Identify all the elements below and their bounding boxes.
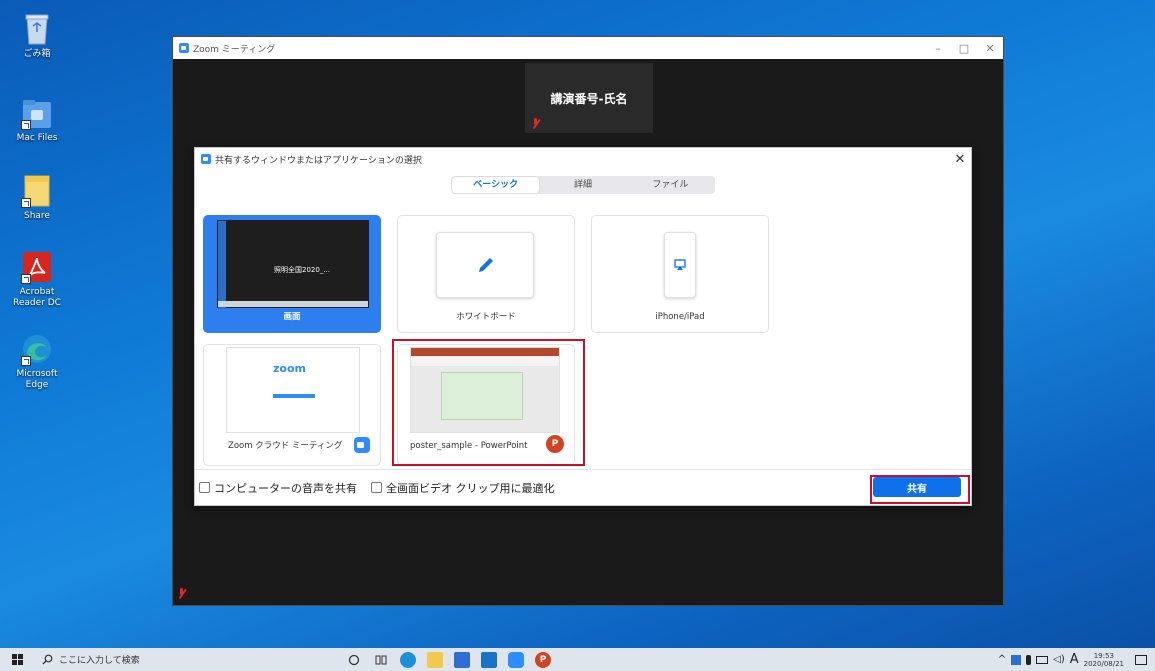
shortcut-arrow-icon (21, 120, 31, 130)
desktop-icon-label: Share (24, 211, 50, 221)
share-option-label: poster_sample - PowerPoint (410, 441, 528, 451)
airplay-icon (674, 259, 686, 270)
edge-icon (21, 332, 53, 366)
store-icon[interactable] (454, 651, 470, 668)
start-button[interactable] (0, 648, 34, 671)
microphone-icon[interactable] (1026, 654, 1032, 665)
powerpoint-taskbar-icon[interactable]: P (535, 651, 551, 668)
zoom-window-thumbnail: zoom (226, 347, 360, 433)
taskbar-clock[interactable]: 19:53 2020/08/21 (1084, 652, 1124, 668)
zoom-logo-icon (201, 154, 211, 164)
shortcut-arrow-icon (21, 274, 31, 284)
search-placeholder: ここに入力して検索 (59, 656, 140, 666)
maximize-button[interactable]: □ (951, 42, 977, 55)
system-tray: ^ ◁) A 19:53 2020/08/21 (998, 652, 1155, 668)
share-option-label: ホワイトボード (456, 312, 516, 322)
zoom-logo-icon (179, 43, 189, 53)
share-option-label: iPhone/iPad (655, 312, 705, 322)
close-button[interactable]: ✕ (977, 42, 1003, 55)
share-option-label: Zoom クラウド ミーティング (228, 441, 343, 451)
clock-time: 19:53 (1093, 651, 1114, 660)
share-option-screen[interactable]: 照明全国2020_... 画面 (203, 215, 381, 333)
clock-date: 2020/08/21 (1083, 659, 1124, 668)
share-audio-checkbox[interactable]: コンピューターの音声を共有 (199, 480, 357, 496)
tray-app-icon[interactable] (1011, 654, 1022, 665)
desktop-icon-label: ごみ箱 (23, 49, 51, 59)
pen-icon (479, 258, 493, 272)
participant-video-tile[interactable]: 講演番号-氏名 (525, 63, 653, 133)
notification-icon[interactable] (1135, 654, 1147, 665)
share-audio-label: コンピューターの音声を共有 (214, 481, 357, 495)
network-icon[interactable] (1036, 655, 1049, 664)
ime-indicator[interactable]: A (1070, 652, 1079, 667)
desktop-icon-label: Microsoft Edge (16, 369, 58, 390)
windows-taskbar: ここに入力して検索 P ^ ◁) A 19:53 2020/08/21 (0, 648, 1155, 671)
share-selection-dialog[interactable]: 共有するウィンドウまたはアプリケーションの選択 ✕ ベーシック 詳細 ファイル … (194, 147, 972, 506)
volume-icon[interactable]: ◁) (1053, 654, 1065, 665)
file-explorer-icon[interactable] (427, 651, 443, 668)
mail-icon[interactable] (481, 651, 497, 668)
share-button[interactable]: 共有 (873, 477, 961, 497)
dialog-titlebar: 共有するウィンドウまたはアプリケーションの選択 ✕ (195, 148, 971, 170)
share-option-zoom-window[interactable]: zoom Zoom クラウド ミーティング (203, 344, 381, 466)
dialog-title: 共有するウィンドウまたはアプリケーションの選択 (215, 155, 422, 166)
acrobat-reader-icon (21, 250, 53, 284)
cortana-icon[interactable] (346, 652, 362, 668)
minimize-button[interactable]: – (925, 42, 951, 55)
share-option-label: 画面 (283, 312, 301, 322)
share-option-powerpoint-window[interactable]: poster_sample - PowerPoint P (397, 344, 575, 466)
edge-taskbar-icon[interactable] (400, 651, 416, 668)
desktop-icon-recycle-bin[interactable]: ごみ箱 (4, 12, 70, 60)
recycle-bin-icon (21, 12, 53, 46)
screen-thumbnail-text: 照明全国2020_... (274, 266, 330, 274)
tray-chevron-icon[interactable]: ^ (998, 654, 1006, 665)
mac-files-folder-icon (21, 96, 53, 130)
tab-files[interactable]: ファイル (627, 177, 714, 193)
taskbar-pinned-apps: P (346, 651, 551, 668)
participant-name: 講演番号-氏名 (550, 91, 628, 106)
tab-basic[interactable]: ベーシック (452, 177, 540, 193)
desktop-icon-mac-files[interactable]: Mac Files (4, 96, 70, 144)
task-view-icon[interactable] (373, 652, 389, 668)
share-option-whiteboard[interactable]: ホワイトボード (397, 215, 575, 333)
powerpoint-app-icon: P (546, 435, 564, 453)
checkbox-box[interactable] (371, 482, 382, 493)
share-folder-icon (21, 174, 53, 208)
muted-mic-icon (177, 588, 186, 599)
dialog-close-button[interactable]: ✕ (949, 152, 971, 167)
screen-thumbnail: 照明全国2020_... (217, 220, 369, 309)
window-controls: – □ ✕ (925, 42, 1003, 55)
dialog-footer: コンピューターの音声を共有 全画面ビデオ クリップ用に最適化 共有 (195, 469, 971, 505)
phone-device-icon (664, 232, 696, 298)
shortcut-arrow-icon (21, 198, 31, 208)
zoom-window-title: Zoom ミーティング (193, 44, 276, 55)
zoom-wordmark: zoom (273, 362, 306, 375)
zoom-taskbar-icon[interactable] (508, 651, 524, 668)
desktop-icon-label: Mac Files (16, 133, 58, 143)
tab-advanced[interactable]: 詳細 (539, 177, 626, 193)
desktop-icon-edge[interactable]: Microsoft Edge (4, 332, 70, 391)
checkbox-box[interactable] (199, 482, 210, 493)
optimize-video-checkbox[interactable]: 全画面ビデオ クリップ用に最適化 (371, 480, 555, 496)
windows-logo-icon (11, 654, 23, 665)
share-tabs: ベーシック 詳細 ファイル (451, 176, 715, 194)
share-option-iphone-ipad[interactable]: iPhone/iPad (591, 215, 769, 333)
zoom-titlebar[interactable]: Zoom ミーティング – □ ✕ (173, 37, 1003, 59)
desktop-icon-acrobat[interactable]: Acrobat Reader DC (4, 250, 70, 309)
desktop-icon-label: Acrobat Reader DC (13, 287, 61, 308)
zoom-app-icon (354, 437, 370, 453)
powerpoint-thumbnail (410, 347, 560, 433)
muted-mic-icon (531, 118, 540, 129)
taskbar-search-box[interactable]: ここに入力して検索 (34, 648, 284, 671)
desktop-icon-share[interactable]: Share (4, 174, 70, 222)
whiteboard-thumbnail (436, 232, 534, 298)
search-icon (42, 654, 53, 665)
optimize-video-label: 全画面ビデオ クリップ用に最適化 (386, 481, 555, 495)
shortcut-arrow-icon (21, 356, 31, 366)
